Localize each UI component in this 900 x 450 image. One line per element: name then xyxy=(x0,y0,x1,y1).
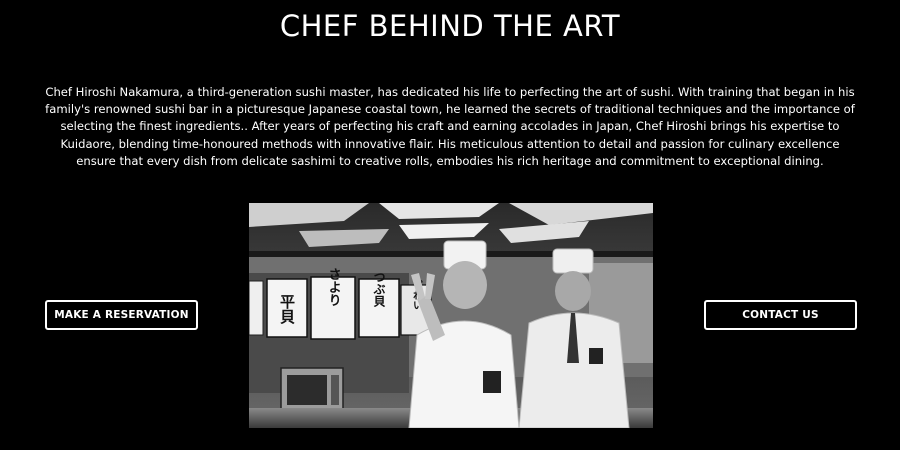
sign-board-3: さより xyxy=(310,268,356,340)
make-reservation-button[interactable]: MAKE A RESERVATION xyxy=(45,300,198,330)
section-title: CHEF BEHIND THE ART xyxy=(279,9,621,43)
contact-us-button[interactable]: CONTACT US xyxy=(704,300,857,330)
sign-board-1 xyxy=(249,280,264,336)
sign-text-2: さより xyxy=(326,268,341,307)
sign-text-3: つぶ貝 xyxy=(372,271,386,308)
sign-board-4: つぶ貝 xyxy=(358,271,400,338)
chef-photo: 平貝 さより つぶ貝 ずわい xyxy=(249,203,653,428)
sign-text-1: 平貝 xyxy=(278,294,296,325)
chef-bio: Chef Hiroshi Nakamura, a third-generatio… xyxy=(45,85,855,168)
sign-board-2: 平貝 xyxy=(266,278,308,338)
